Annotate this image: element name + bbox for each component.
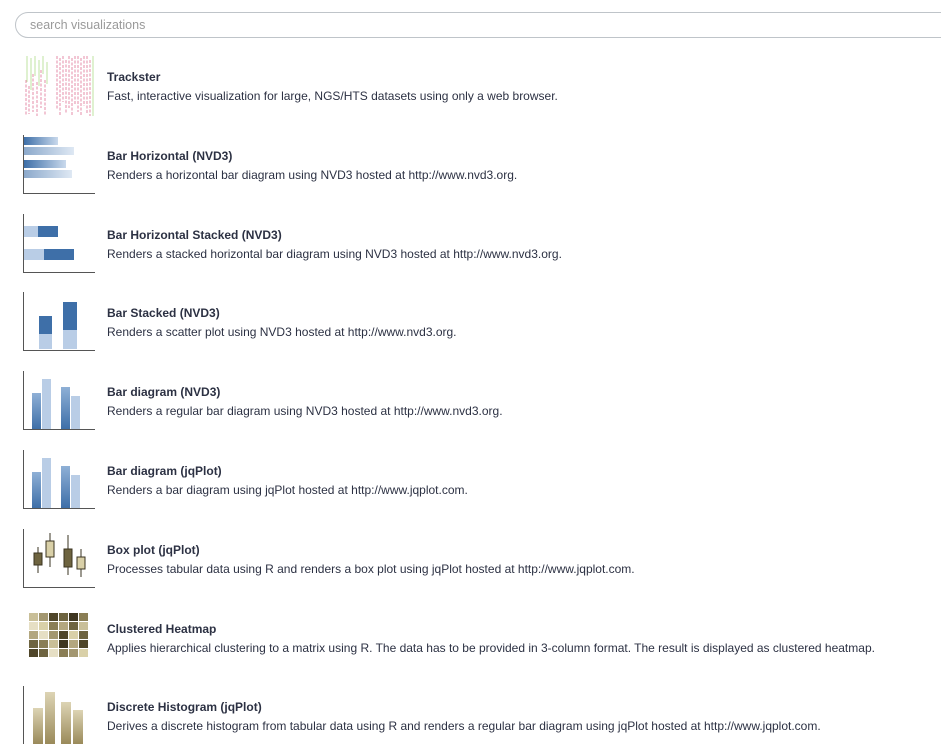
bar-diagram-thumbnail bbox=[23, 371, 95, 431]
visualization-item-trackster[interactable]: Trackster Fast, interactive visualizatio… bbox=[0, 47, 941, 126]
visualization-description: Renders a stacked horizontal bar diagram… bbox=[107, 246, 562, 261]
visualization-title: Bar Horizontal (NVD3) bbox=[107, 148, 233, 163]
bar-stacked-thumbnail bbox=[23, 292, 95, 352]
visualization-title: Bar diagram (NVD3) bbox=[107, 385, 221, 400]
visualization-description: Renders a bar diagram using jqPlot hoste… bbox=[107, 482, 468, 497]
visualization-title: Bar Stacked (NVD3) bbox=[107, 306, 220, 321]
visualization-item-box-plot-jqplot[interactable]: Box plot (jqPlot) Processes tabular data… bbox=[0, 520, 941, 599]
visualization-title: Bar Horizontal Stacked (NVD3) bbox=[107, 227, 282, 242]
bar-horizontal-thumbnail bbox=[23, 134, 95, 195]
search-bar bbox=[15, 12, 941, 38]
visualization-item-bar-stacked-nvd3[interactable]: Bar Stacked (NVD3) Renders a scatter plo… bbox=[0, 283, 941, 362]
visualization-description: Renders a horizontal bar diagram using N… bbox=[107, 167, 518, 182]
visualization-description: Derives a discrete histogram from tabula… bbox=[107, 719, 821, 734]
search-input[interactable] bbox=[15, 12, 941, 38]
box-plot-thumbnail bbox=[23, 528, 95, 589]
trackster-thumbnail bbox=[23, 56, 95, 116]
visualization-description: Fast, interactive visualization for larg… bbox=[107, 89, 558, 103]
visualization-title: Discrete Histogram (jqPlot) bbox=[107, 700, 262, 715]
visualization-item-bar-horizontal-stacked-nvd3[interactable]: Bar Horizontal Stacked (NVD3) Renders a … bbox=[0, 205, 941, 284]
visualization-item-clustered-heatmap[interactable]: Clustered Heatmap Applies hierarchical c… bbox=[0, 599, 941, 678]
visualization-list: Trackster Fast, interactive visualizatio… bbox=[0, 47, 941, 756]
visualization-description: Processes tabular data using R and rende… bbox=[107, 561, 635, 576]
visualization-title: Bar diagram (jqPlot) bbox=[107, 463, 222, 478]
visualization-title: Trackster bbox=[107, 70, 161, 84]
bar-diagram-thumbnail bbox=[23, 449, 95, 510]
visualization-item-bar-horizontal-nvd3[interactable]: Bar Horizontal (NVD3) Renders a horizont… bbox=[0, 126, 941, 205]
visualization-description: Applies hierarchical clustering to a mat… bbox=[107, 640, 875, 655]
heatmap-thumbnail bbox=[23, 608, 95, 668]
visualization-title: Clustered Heatmap bbox=[107, 621, 217, 636]
visualization-item-bar-diagram-nvd3[interactable]: Bar diagram (NVD3) Renders a regular bar… bbox=[0, 362, 941, 441]
visualization-description: Renders a regular bar diagram using NVD3… bbox=[107, 404, 503, 419]
visualization-title: Box plot (jqPlot) bbox=[107, 542, 200, 557]
histogram-thumbnail bbox=[23, 686, 95, 746]
visualization-item-discrete-histogram-jqplot[interactable]: Discrete Histogram (jqPlot) Derives a di… bbox=[0, 677, 941, 756]
visualization-item-bar-diagram-jqplot[interactable]: Bar diagram (jqPlot) Renders a bar diagr… bbox=[0, 441, 941, 520]
bar-horizontal-stacked-thumbnail bbox=[23, 213, 95, 274]
visualization-description: Renders a scatter plot using NVD3 hosted… bbox=[107, 325, 457, 340]
